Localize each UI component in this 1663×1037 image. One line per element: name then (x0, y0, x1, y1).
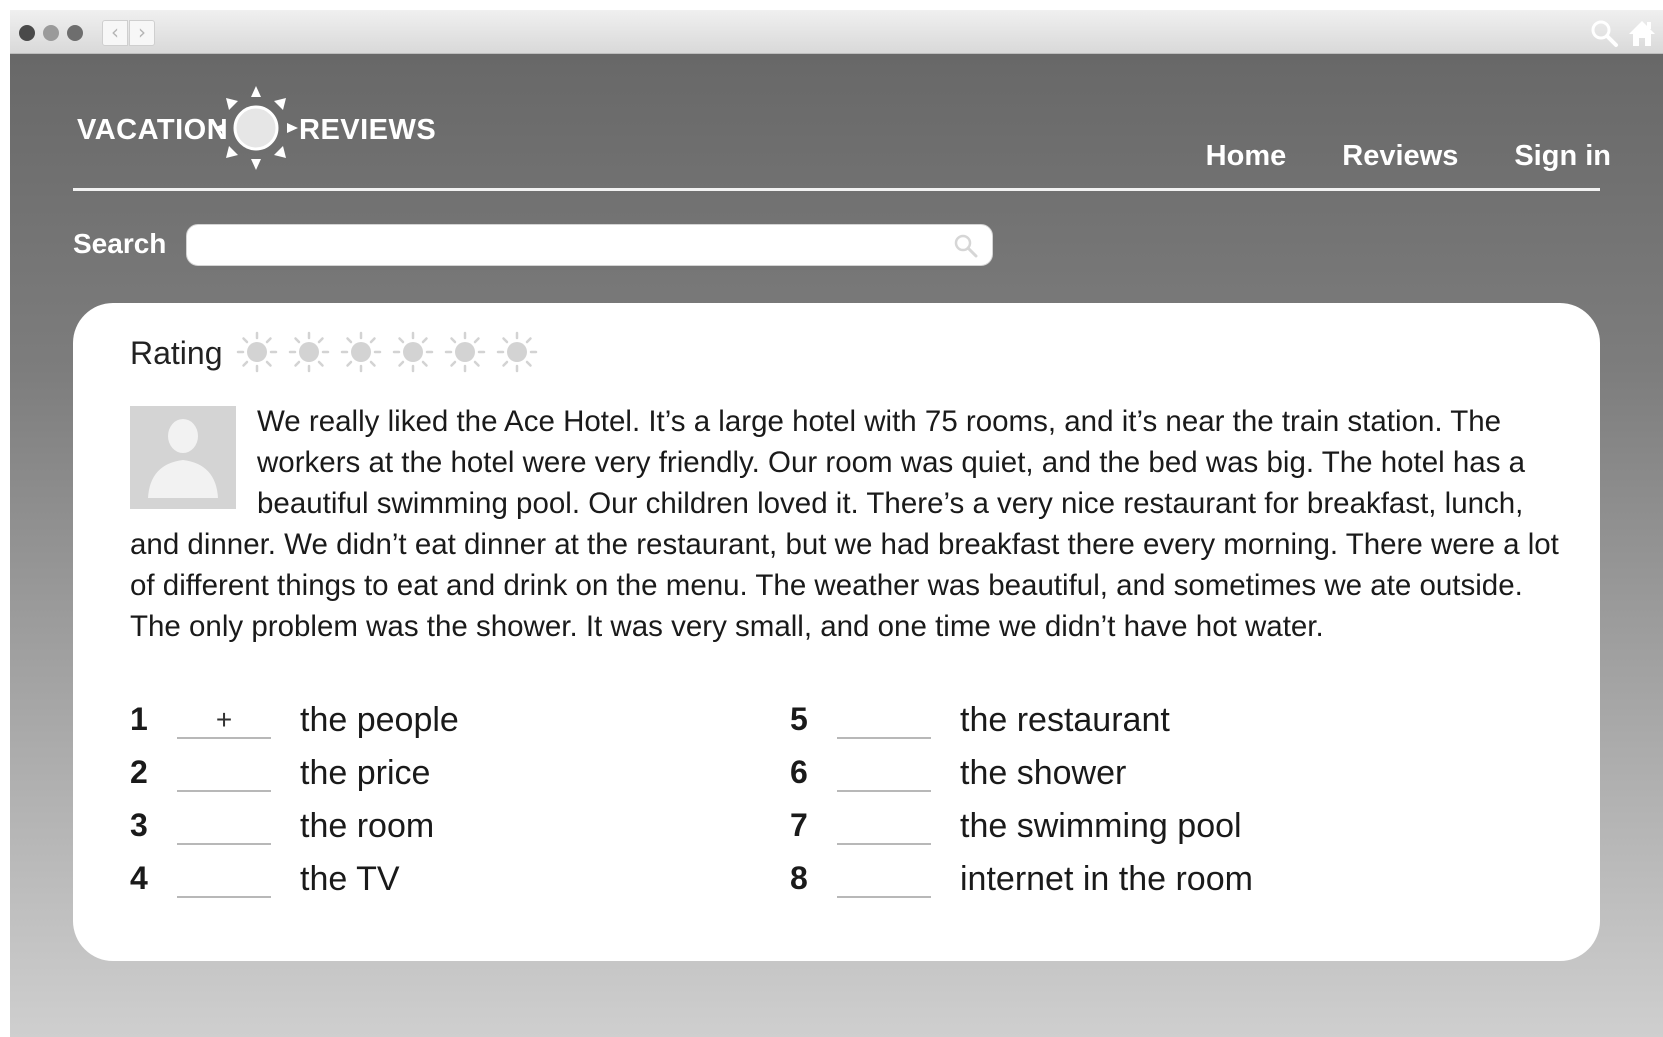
back-button[interactable]: ‹ (102, 20, 128, 46)
item-number: 1 (130, 701, 148, 737)
search-icon[interactable] (952, 232, 980, 260)
item-number: 4 (130, 860, 148, 896)
main-nav: Home Reviews Sign in (1206, 140, 1611, 173)
rating-sun-icon-4[interactable] (392, 331, 434, 373)
answer-blank[interactable]: + (177, 701, 271, 739)
answer-blank[interactable] (837, 754, 931, 792)
search-box[interactable] (186, 224, 993, 266)
close-window-button[interactable] (19, 25, 35, 41)
nav-sign-in-link[interactable]: Sign in (1514, 140, 1611, 173)
minimize-window-button[interactable] (43, 25, 59, 41)
item-label: the room (300, 807, 435, 845)
item-label: the restaurant (960, 701, 1170, 739)
item-label: internet in the room (960, 860, 1253, 898)
browser-window: ‹ › VACATION REVIEWS Home Reviews Sign i… (10, 10, 1663, 1037)
rating-sun-icon-2[interactable] (288, 331, 330, 373)
rating-sun-icon-3[interactable] (340, 331, 382, 373)
maximize-window-button[interactable] (67, 25, 83, 41)
answer-blank[interactable] (177, 860, 271, 898)
item-label: the swimming pool (960, 807, 1242, 845)
nav-reviews-link[interactable]: Reviews (1342, 140, 1458, 173)
sun-icon (214, 86, 298, 170)
item-number: 3 (130, 807, 148, 843)
rating-label: Rating (130, 335, 223, 371)
browser-toolbar: ‹ › (10, 10, 1663, 54)
logo-text-vacation: VACATION (77, 114, 229, 146)
item-label: the price (300, 754, 431, 792)
logo-text-reviews: REVIEWS (299, 114, 437, 146)
item-label: the shower (960, 754, 1127, 792)
item-number: 6 (790, 754, 808, 790)
answer-blank[interactable] (177, 807, 271, 845)
rating-sun-icon-1[interactable] (236, 331, 278, 373)
rating-sun-icon-5[interactable] (444, 331, 486, 373)
item-number: 7 (790, 807, 808, 843)
item-number: 8 (790, 860, 808, 896)
magnifier-icon[interactable] (1589, 18, 1619, 48)
nav-home-link[interactable]: Home (1206, 140, 1287, 173)
answer-blank[interactable] (837, 701, 931, 739)
forward-button[interactable]: › (129, 20, 155, 46)
rating-stars[interactable] (236, 331, 538, 373)
item-label: the people (300, 701, 459, 739)
header-divider (73, 188, 1600, 191)
home-icon[interactable] (1627, 18, 1657, 48)
item-number: 2 (130, 754, 148, 790)
search-input[interactable] (201, 231, 921, 261)
item-label: the TV (300, 860, 400, 898)
search-label: Search (73, 228, 167, 259)
review-card: Rating We really liked the Ace Hotel. It… (73, 303, 1600, 961)
review-text: We really liked the Ace Hotel. It’s a la… (130, 405, 1559, 643)
item-number: 5 (790, 701, 808, 737)
answer-blank[interactable] (177, 754, 271, 792)
rating-sun-icon-6[interactable] (496, 331, 538, 373)
answer-blank[interactable] (837, 807, 931, 845)
answer-blank[interactable] (837, 860, 931, 898)
